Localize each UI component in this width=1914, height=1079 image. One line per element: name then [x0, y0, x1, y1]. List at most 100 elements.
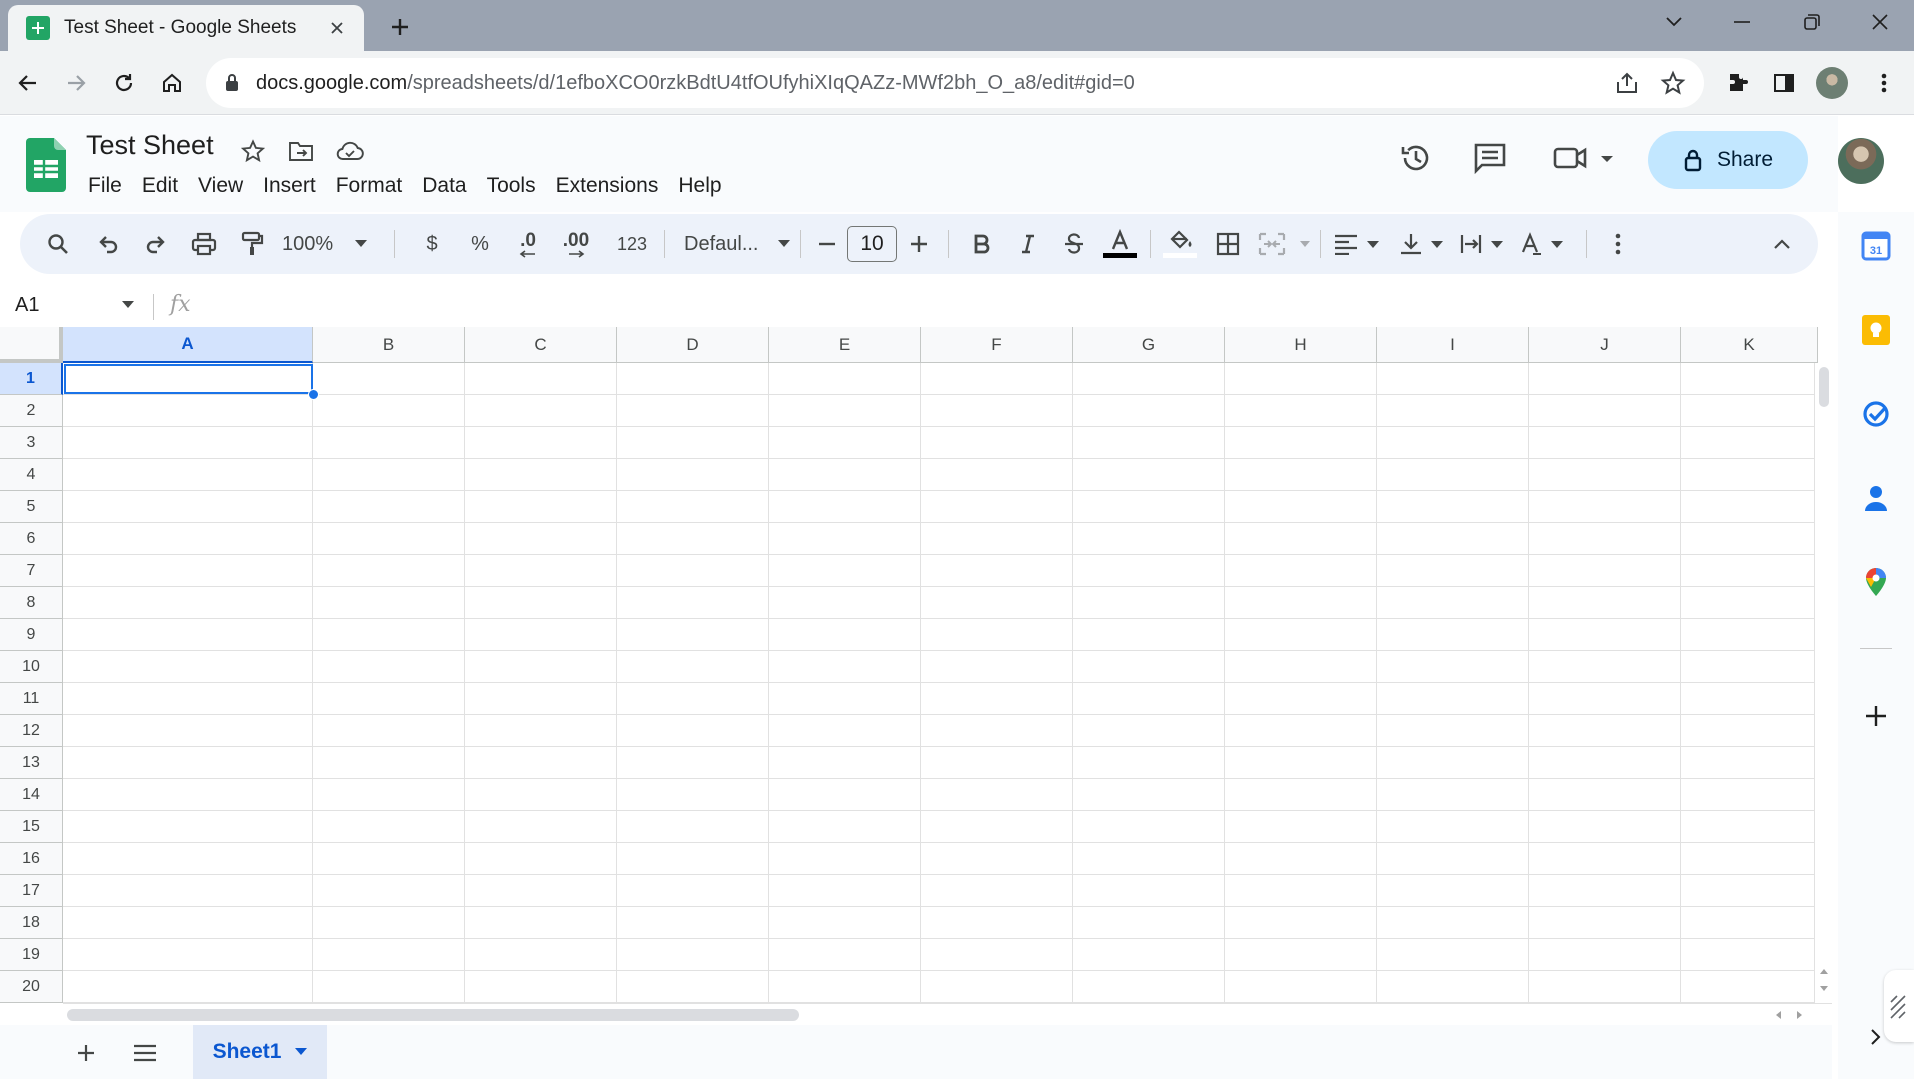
- scroll-right-arrow-icon[interactable]: [1796, 1010, 1804, 1020]
- format-percent-button[interactable]: %: [462, 224, 498, 264]
- new-tab-icon[interactable]: [384, 11, 416, 43]
- strikethrough-icon[interactable]: [1056, 224, 1092, 264]
- maps-icon[interactable]: [1860, 566, 1892, 598]
- profile-avatar-icon[interactable]: [1814, 65, 1850, 101]
- row-header-1[interactable]: 1: [0, 363, 63, 395]
- address-bar[interactable]: docs.google.com/spreadsheets/d/1efboXCO0…: [206, 58, 1704, 108]
- menu-help[interactable]: Help: [668, 170, 731, 202]
- row-header-14[interactable]: 14: [0, 779, 63, 811]
- move-folder-icon[interactable]: [286, 136, 316, 166]
- row-header-10[interactable]: 10: [0, 651, 63, 683]
- more-options-icon[interactable]: [1600, 224, 1636, 264]
- add-sheet-icon[interactable]: [68, 1035, 104, 1071]
- tab-close-icon[interactable]: [324, 15, 350, 41]
- column-header-e[interactable]: E: [769, 327, 921, 363]
- share-button[interactable]: Share: [1648, 131, 1808, 189]
- fill-handle[interactable]: [308, 389, 319, 400]
- row-header-16[interactable]: 16: [0, 843, 63, 875]
- menu-format[interactable]: Format: [326, 170, 413, 202]
- redo-icon[interactable]: [138, 224, 174, 264]
- name-box[interactable]: A1: [15, 294, 39, 317]
- extensions-icon[interactable]: [1720, 65, 1756, 101]
- horizontal-align-icon[interactable]: [1330, 224, 1386, 264]
- decrease-decimal-button[interactable]: .0: [508, 224, 548, 264]
- column-header-c[interactable]: C: [465, 327, 617, 363]
- browser-menu-icon[interactable]: [1866, 65, 1902, 101]
- column-header-f[interactable]: F: [921, 327, 1073, 363]
- column-header-i[interactable]: I: [1377, 327, 1529, 363]
- menu-insert[interactable]: Insert: [253, 170, 326, 202]
- cloud-saved-icon[interactable]: [335, 136, 365, 166]
- row-header-19[interactable]: 19: [0, 939, 63, 971]
- reload-icon[interactable]: [106, 65, 142, 101]
- sheet-tab-sheet1[interactable]: Sheet1: [193, 1025, 327, 1079]
- print-icon[interactable]: [186, 224, 222, 264]
- hide-menus-chevron-icon[interactable]: [1764, 224, 1800, 264]
- explore-panel-tab[interactable]: [1884, 970, 1914, 1042]
- scroll-left-arrow-icon[interactable]: [1774, 1010, 1782, 1020]
- menu-extensions[interactable]: Extensions: [546, 170, 669, 202]
- column-header-b[interactable]: B: [313, 327, 465, 363]
- meet-video-icon[interactable]: [1548, 136, 1618, 180]
- increase-decimal-button[interactable]: .00: [554, 224, 598, 264]
- menu-file[interactable]: File: [78, 170, 132, 202]
- active-cell-a1[interactable]: [64, 364, 313, 394]
- version-history-icon[interactable]: [1394, 136, 1438, 180]
- scroll-down-arrow-icon[interactable]: [1819, 985, 1829, 993]
- scroll-up-arrow-icon[interactable]: [1819, 967, 1829, 975]
- menu-edit[interactable]: Edit: [132, 170, 188, 202]
- share-page-icon[interactable]: [1614, 70, 1640, 96]
- menu-data[interactable]: Data: [412, 170, 476, 202]
- vertical-scrollbar[interactable]: [1814, 363, 1832, 1003]
- minimize-icon[interactable]: [1712, 6, 1772, 38]
- column-header-j[interactable]: J: [1529, 327, 1681, 363]
- row-header-15[interactable]: 15: [0, 811, 63, 843]
- row-header-11[interactable]: 11: [0, 683, 63, 715]
- row-header-6[interactable]: 6: [0, 523, 63, 555]
- paint-format-icon[interactable]: [234, 224, 270, 264]
- sheet-tab-dropdown-icon[interactable]: [295, 1048, 308, 1056]
- menu-view[interactable]: View: [188, 170, 253, 202]
- vertical-scroll-thumb[interactable]: [1819, 367, 1829, 407]
- show-side-panel-chevron-icon[interactable]: [1868, 1028, 1882, 1046]
- italic-icon[interactable]: [1010, 224, 1046, 264]
- window-close-icon[interactable]: [1850, 6, 1910, 38]
- bold-icon[interactable]: [964, 224, 1000, 264]
- select-all-corner[interactable]: [0, 327, 63, 363]
- restore-icon[interactable]: [1782, 6, 1842, 38]
- account-avatar[interactable]: [1838, 138, 1884, 184]
- row-header-5[interactable]: 5: [0, 491, 63, 523]
- horizontal-scroll-thumb[interactable]: [67, 1009, 799, 1021]
- keep-icon[interactable]: [1860, 314, 1892, 346]
- borders-icon[interactable]: [1208, 224, 1248, 264]
- tasks-icon[interactable]: [1860, 398, 1892, 430]
- font-select[interactable]: Defaul...: [684, 224, 802, 264]
- zoom-select[interactable]: 100%: [282, 224, 372, 264]
- text-rotation-icon[interactable]: [1516, 224, 1572, 264]
- get-addons-plus-icon[interactable]: [1860, 700, 1892, 732]
- search-menus-icon[interactable]: [40, 224, 76, 264]
- text-wrapping-icon[interactable]: [1456, 224, 1512, 264]
- row-header-13[interactable]: 13: [0, 747, 63, 779]
- column-header-a[interactable]: A: [63, 327, 313, 363]
- column-header-g[interactable]: G: [1073, 327, 1225, 363]
- spreadsheet-grid[interactable]: ABCDEFGHIJK 1 2 3 4 5 6 7 8 9 10 11 12 13 14 15 16 17 18 1…: [0, 327, 1832, 1003]
- side-panel-icon[interactable]: [1766, 65, 1802, 101]
- home-icon[interactable]: [154, 65, 190, 101]
- decrease-font-size-icon[interactable]: [812, 224, 842, 264]
- row-header-18[interactable]: 18: [0, 907, 63, 939]
- menu-tools[interactable]: Tools: [477, 170, 546, 202]
- vertical-align-icon[interactable]: [1396, 224, 1452, 264]
- tab-search-chevron-icon[interactable]: [1644, 6, 1704, 38]
- google-sheets-logo-icon[interactable]: [26, 138, 66, 192]
- row-header-20[interactable]: 20: [0, 971, 63, 1003]
- contacts-icon[interactable]: [1860, 482, 1892, 514]
- row-header-2[interactable]: 2: [0, 395, 63, 427]
- row-header-17[interactable]: 17: [0, 875, 63, 907]
- merge-cells-icon[interactable]: [1256, 224, 1316, 264]
- bookmark-star-icon[interactable]: [1660, 70, 1686, 96]
- column-header-h[interactable]: H: [1225, 327, 1377, 363]
- browser-tab[interactable]: Test Sheet - Google Sheets: [8, 5, 364, 51]
- format-currency-button[interactable]: $: [414, 224, 450, 264]
- font-size-input[interactable]: 10: [847, 226, 897, 262]
